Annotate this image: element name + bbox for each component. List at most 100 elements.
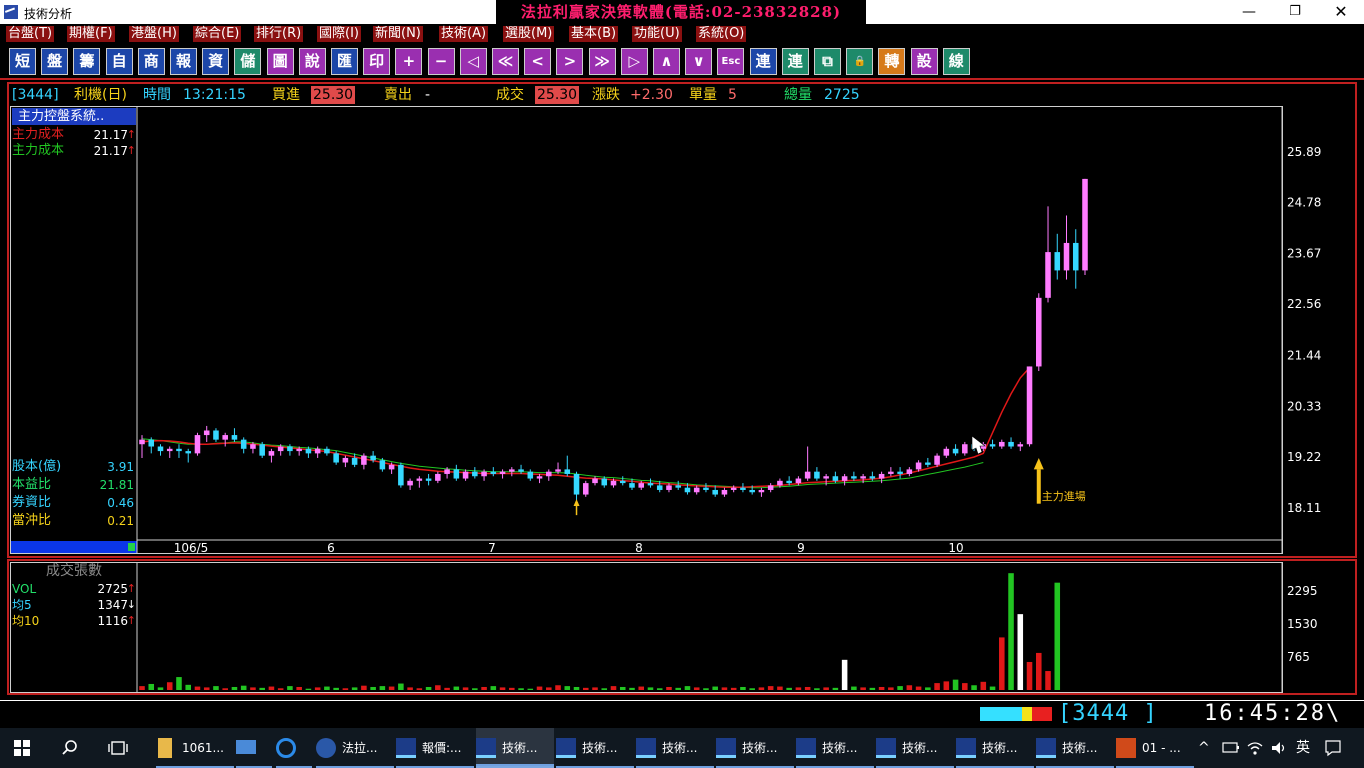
volume-bar (481, 686, 487, 690)
volume-bar (509, 687, 515, 690)
candle-body (684, 487, 691, 493)
volume-bar (897, 686, 903, 690)
candle-body (878, 473, 885, 479)
candle-body (435, 473, 441, 481)
notification-icon[interactable] (1324, 739, 1342, 757)
candle-body (721, 489, 728, 495)
candle-body (462, 471, 469, 479)
volume-bar (546, 687, 552, 690)
taskbar-item[interactable]: 1061... (156, 728, 234, 768)
candle-body (194, 435, 201, 454)
ie-icon (276, 738, 296, 758)
candle-body (832, 476, 839, 481)
candle-body (989, 444, 996, 447)
volume-bar (860, 687, 866, 690)
candle-body (1063, 242, 1070, 271)
candle-body (749, 489, 755, 493)
taskbar-item-label: 報價:... (422, 741, 462, 755)
chart-app-icon (716, 738, 736, 758)
price-tick-label: 21.44 (1287, 348, 1321, 362)
computer-icon (236, 740, 256, 754)
taskbar-item[interactable]: 技術... (556, 728, 634, 768)
taskbar-item[interactable] (236, 728, 272, 768)
taskbar-item[interactable]: 技術... (956, 728, 1034, 768)
candle-body (499, 471, 506, 474)
volume-bar (194, 686, 201, 690)
taskbar-item[interactable] (276, 728, 312, 768)
taskbar-item-label: 技術... (742, 741, 778, 755)
price-chart[interactable]: 25.89 24.78 23.67 22.56 21.44 20.33 19.22 18.11… (0, 0, 1364, 700)
candle-body (148, 439, 155, 447)
task-view-icon[interactable] (108, 740, 128, 756)
volume-bar (296, 686, 302, 690)
candle-body (740, 487, 746, 490)
volume-bar (786, 687, 792, 690)
candle-body (361, 455, 367, 465)
candle-body (573, 473, 580, 495)
price-tick-label: 25.89 (1287, 145, 1321, 159)
volume-bar (425, 686, 432, 690)
taskbar-item[interactable]: 技術... (876, 728, 954, 768)
volume-bar (268, 686, 275, 690)
powerpoint-icon (1116, 738, 1136, 758)
taskbar-item[interactable]: 技術... (796, 728, 874, 768)
candle-body (1054, 252, 1061, 271)
status-bar: [3444 ] 16:45:28\ (0, 700, 1364, 726)
candle-body (342, 457, 349, 463)
candle-body (157, 446, 164, 452)
ime-indicator[interactable]: 英 (1296, 728, 1310, 768)
candle-body (370, 455, 376, 461)
candle-body (546, 471, 552, 477)
x-tick-label: 9 (797, 541, 805, 555)
taskbar-item[interactable]: 技術... (1036, 728, 1114, 768)
candle-body (915, 462, 922, 470)
mouse-cursor-icon (971, 435, 986, 455)
taskbar-item[interactable]: 技術... (716, 728, 794, 768)
candle-body (869, 476, 876, 479)
status-swatch (994, 707, 1012, 721)
volume-bar (324, 686, 330, 690)
taskbar-item[interactable]: 技術... (636, 728, 714, 768)
volume-bar (361, 685, 367, 690)
candle-body (203, 430, 210, 436)
volume-bar (638, 686, 645, 690)
wifi-icon[interactable] (1246, 740, 1264, 756)
candle-body (277, 446, 284, 452)
volume-bar (416, 688, 423, 690)
taskbar-item[interactable]: 法拉... (316, 728, 394, 768)
candle-body (999, 441, 1005, 447)
volume-bar (925, 687, 931, 690)
taskbar-item[interactable]: 技術... (476, 728, 554, 768)
candle-body (647, 483, 654, 486)
candle-body (592, 478, 598, 484)
status-swatch (1022, 707, 1032, 721)
volume-bar (527, 688, 534, 690)
candle-body (906, 469, 913, 474)
candle-body (481, 471, 487, 477)
candle-body (1082, 178, 1088, 271)
candle-body (786, 480, 792, 484)
volume-bar (231, 686, 238, 690)
candle-body (897, 471, 903, 474)
volume-icon[interactable] (1270, 740, 1288, 756)
candle-body (564, 469, 571, 474)
windows-start-icon[interactable] (14, 740, 30, 756)
volume-bar (999, 637, 1005, 690)
volume-bar (804, 686, 811, 690)
price-tick-label: 19.22 (1287, 450, 1321, 464)
entry-annotation-label: 主力進場 (1042, 490, 1086, 503)
volume-bar (472, 688, 478, 690)
taskbar-item[interactable]: 01 - ... (1116, 728, 1194, 768)
taskbar-item[interactable]: 報價:... (396, 728, 474, 768)
volume-bar (342, 688, 349, 690)
candle-body (1045, 252, 1051, 298)
tray-chevron-icon[interactable]: ^ (1198, 728, 1216, 768)
x-tick-label: 7 (488, 541, 496, 555)
volume-bar (305, 688, 312, 690)
search-icon[interactable] (62, 740, 78, 756)
candle-body (703, 487, 709, 490)
volume-bar (573, 686, 580, 690)
battery-icon[interactable] (1222, 741, 1240, 755)
volume-bar (444, 687, 450, 690)
volume-bar (962, 683, 968, 690)
